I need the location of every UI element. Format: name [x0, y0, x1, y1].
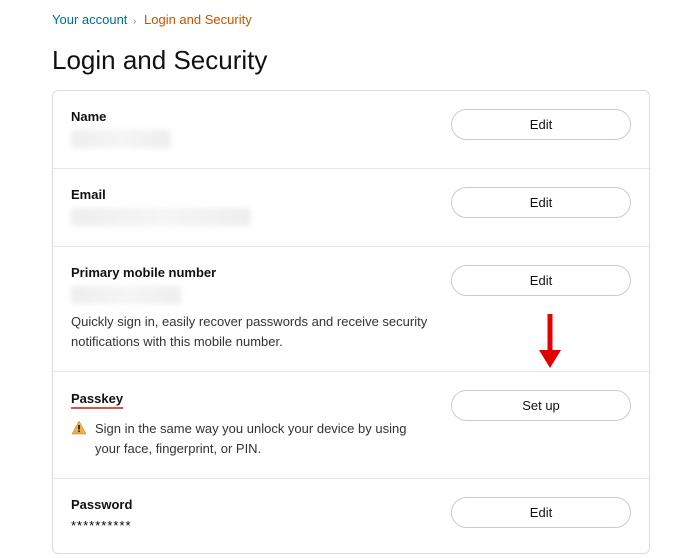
row-password: Password ********** Edit: [53, 479, 649, 553]
phone-description: Quickly sign in, easily recover password…: [71, 312, 431, 351]
phone-value-redacted: [71, 286, 181, 304]
setup-passkey-button[interactable]: Set up: [451, 390, 631, 421]
name-value-redacted: [71, 130, 171, 148]
name-label: Name: [71, 109, 431, 124]
warning-icon: [71, 420, 87, 436]
edit-email-button[interactable]: Edit: [451, 187, 631, 218]
breadcrumb-current: Login and Security: [144, 12, 252, 27]
row-passkey: Passkey Sign in the same way you unlock …: [53, 372, 649, 479]
password-label: Password: [71, 497, 431, 512]
edit-password-button[interactable]: Edit: [451, 497, 631, 528]
edit-phone-button[interactable]: Edit: [451, 265, 631, 296]
edit-name-button[interactable]: Edit: [451, 109, 631, 140]
phone-label: Primary mobile number: [71, 265, 431, 280]
email-label: Email: [71, 187, 431, 202]
row-name: Name Edit: [53, 91, 649, 169]
chevron-right-icon: ›: [133, 16, 136, 27]
row-phone: Primary mobile number Quickly sign in, e…: [53, 247, 649, 372]
passkey-description: Sign in the same way you unlock your dev…: [95, 419, 431, 458]
breadcrumb-parent-link[interactable]: Your account: [52, 12, 127, 27]
email-value-redacted: [71, 208, 251, 226]
password-mask: **********: [71, 518, 431, 533]
row-email: Email Edit: [53, 169, 649, 247]
page-title: Login and Security: [0, 39, 680, 90]
breadcrumb: Your account › Login and Security: [0, 8, 680, 39]
passkey-label: Passkey: [71, 391, 123, 409]
settings-card: Name Edit Email Edit Primary mobile numb…: [52, 90, 650, 554]
